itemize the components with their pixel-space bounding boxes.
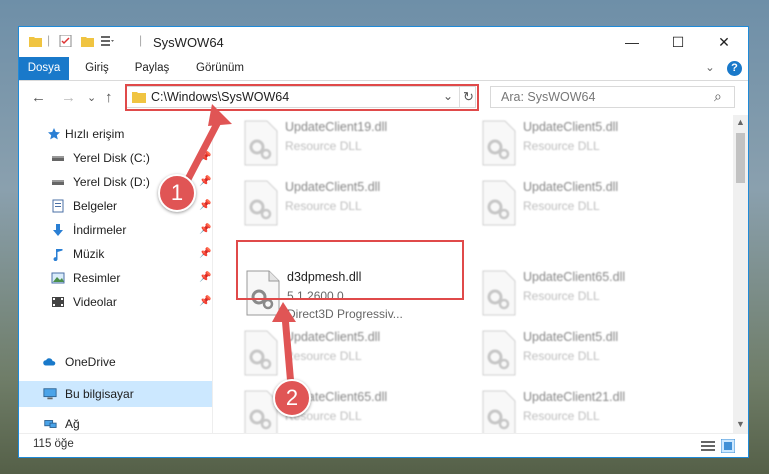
- step-badge-1: 1: [158, 174, 196, 212]
- annotation-arrows: [182, 104, 296, 390]
- step-badge-2: 2: [273, 379, 311, 417]
